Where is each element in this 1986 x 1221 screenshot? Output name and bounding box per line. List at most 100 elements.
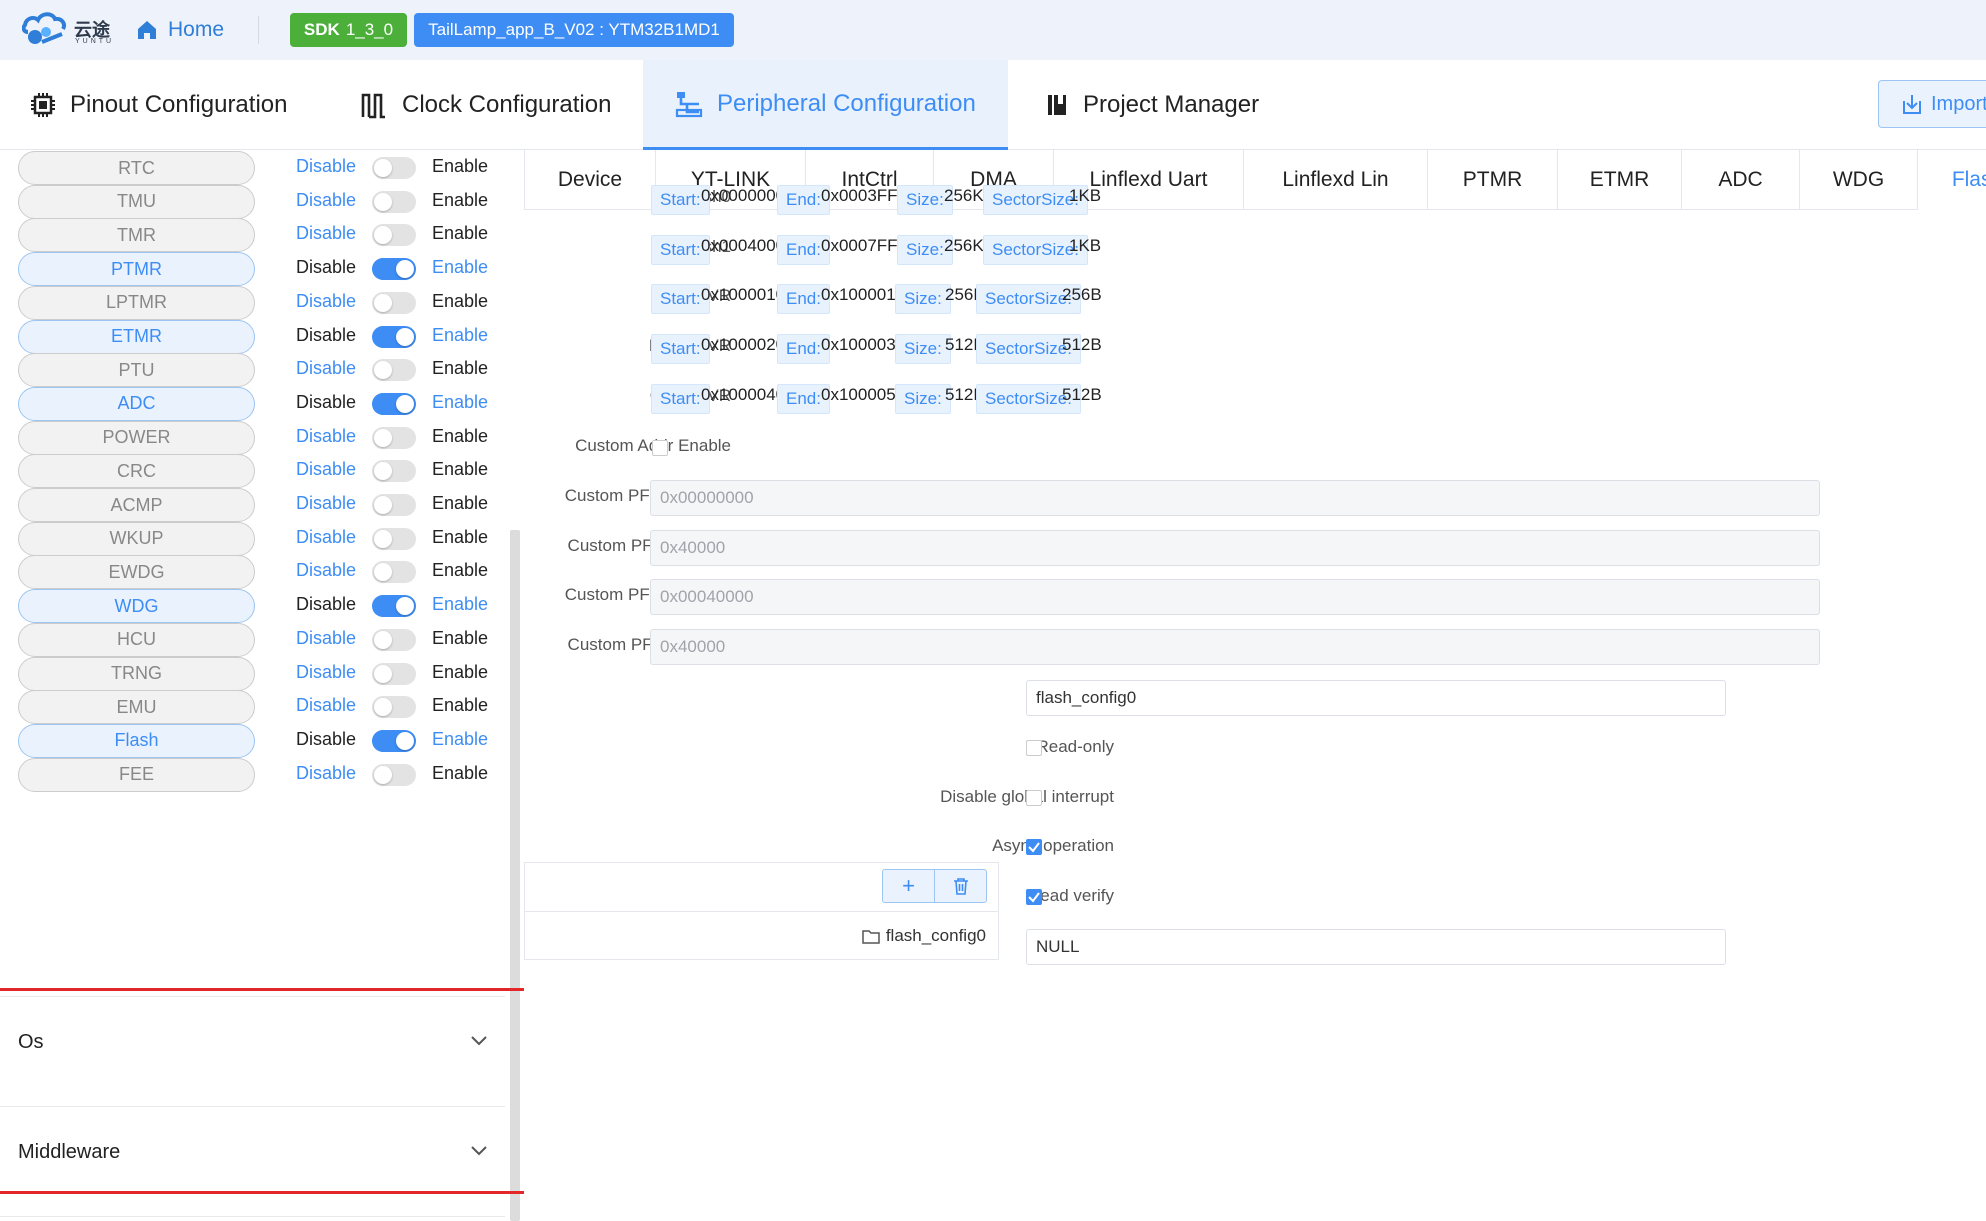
custom-field-input[interactable]: 0x00000000 (650, 480, 1820, 516)
custom-field-row: Custom PFlash0 Start 0x00000000 (524, 478, 1986, 518)
enable-toggle[interactable] (372, 696, 416, 719)
disable-label[interactable]: Disable (296, 459, 356, 480)
tab-clock-configuration[interactable]: Clock Configuration (360, 60, 650, 150)
disable-label[interactable]: Disable (296, 223, 356, 244)
disable-label[interactable]: Disable (296, 493, 356, 514)
enable-label[interactable]: Enable (432, 392, 488, 413)
custom-field-row: Custom PFlash1 Start 0x00040000 (524, 577, 1986, 617)
sdk-version-badge[interactable]: SDK 1_3_0 (290, 13, 407, 47)
tab-pinout-configuration[interactable]: Pinout Configuration (30, 60, 320, 150)
checkbox-label: Read-only (1036, 737, 1115, 756)
enable-toggle[interactable] (372, 662, 416, 685)
enable-toggle[interactable] (372, 426, 416, 449)
custom-addr-checkbox[interactable] (652, 440, 668, 456)
import-button[interactable]: Import (1878, 80, 1986, 128)
enable-toggle[interactable] (372, 460, 416, 483)
disable-label[interactable]: Disable (296, 695, 356, 716)
toggle-knob (374, 529, 392, 548)
disable-label[interactable]: Disable (296, 156, 356, 177)
enable-toggle[interactable] (372, 157, 416, 179)
custom-field-input[interactable]: 0x40000 (650, 529, 1820, 566)
tab-label: Pinout Configuration (70, 91, 288, 118)
enable-toggle[interactable] (372, 392, 416, 415)
config-checkbox[interactable] (1026, 839, 1042, 856)
section-divider (0, 1216, 505, 1221)
enable-label[interactable]: Enable (432, 527, 488, 548)
project-badge[interactable]: TailLamp_app_B_V02 : YTM32B1MD1 (414, 13, 734, 47)
flash-region-pflash1: PFlash1Start:0x00040000End:0x0007FFFFSiz… (524, 229, 1986, 269)
custom-field-input[interactable]: 0x40000 (650, 629, 1820, 666)
enable-label[interactable]: Enable (432, 459, 488, 480)
disable-label[interactable]: Disable (296, 392, 356, 413)
disable-label[interactable]: Disable (296, 527, 356, 548)
enable-label[interactable]: Enable (432, 156, 488, 177)
disable-label[interactable]: Disable (296, 628, 356, 649)
enable-label[interactable]: Enable (432, 662, 488, 683)
book-icon (1048, 95, 1066, 115)
enable-label[interactable]: Enable (432, 325, 488, 346)
enable-label[interactable]: Enable (432, 426, 488, 447)
enable-toggle[interactable] (372, 190, 416, 213)
disable-label[interactable]: Disable (296, 190, 356, 211)
enable-toggle[interactable] (372, 494, 416, 516)
check-icon (1028, 892, 1040, 903)
config-checkbox[interactable] (1026, 789, 1042, 806)
custom-field-input[interactable]: 0x00040000 (650, 579, 1820, 616)
callback-input[interactable]: NULL (1026, 929, 1726, 965)
checkbox-label: Read verify (1028, 886, 1114, 906)
config-checkbox[interactable] (1026, 740, 1042, 756)
enable-label[interactable]: Enable (432, 594, 488, 615)
enable-label[interactable]: Enable (432, 628, 488, 649)
enable-toggle[interactable] (372, 224, 416, 247)
enable-label[interactable]: Enable (432, 695, 488, 716)
toggle-knob (374, 192, 392, 211)
region-sector-value: 256B (1062, 285, 1102, 305)
enable-label[interactable]: Enable (432, 223, 488, 244)
home-link[interactable]: Home (136, 14, 224, 46)
disable-label[interactable]: Disable (296, 291, 356, 312)
enable-label[interactable]: Enable (432, 763, 488, 784)
tab-project-manager[interactable]: Project Manager (1045, 60, 1305, 150)
enable-toggle[interactable] (372, 291, 416, 314)
enable-toggle[interactable] (372, 595, 416, 618)
sdk-version: 1_3_0 (345, 20, 394, 39)
tab-peripheral-configuration[interactable]: Peripheral Configuration (643, 60, 1008, 150)
enable-toggle[interactable] (372, 628, 416, 651)
disable-label[interactable]: Disable (296, 325, 356, 346)
disable-label[interactable]: Disable (296, 662, 356, 683)
main-tab-bar: Pinout Configuration Clock Configuration… (0, 60, 1986, 150)
flash-region-hcu-nvr: HCU_NVRStart:0x10000200End:0x100003FFSiz… (524, 328, 1986, 368)
enable-label[interactable]: Enable (432, 560, 488, 581)
toggle-knob (374, 226, 392, 245)
enable-toggle[interactable] (372, 325, 416, 348)
disable-label[interactable]: Disable (296, 763, 356, 784)
disable-label[interactable]: Disable (296, 358, 356, 379)
home-label: Home (168, 18, 225, 41)
enable-toggle[interactable] (372, 258, 416, 281)
cloud-logo-icon (22, 12, 66, 44)
enable-label[interactable]: Enable (432, 358, 488, 379)
enable-label[interactable]: Enable (432, 291, 488, 312)
region-sector-value: 1KB (1069, 186, 1102, 205)
region-sector-value: 1KB (1069, 235, 1102, 255)
disable-label[interactable]: Disable (296, 426, 356, 447)
enable-label[interactable]: Enable (432, 729, 488, 750)
enable-label[interactable]: Enable (432, 257, 488, 278)
disable-label[interactable]: Disable (296, 560, 356, 581)
enable-toggle[interactable] (372, 729, 416, 752)
enable-toggle[interactable] (372, 359, 416, 382)
disable-label[interactable]: Disable (296, 594, 356, 615)
enable-toggle[interactable] (372, 561, 416, 584)
disable-label[interactable]: Disable (296, 257, 356, 278)
enable-toggle[interactable] (372, 763, 416, 786)
peripheral-pill[interactable]: FEE (18, 757, 255, 792)
name-input[interactable]: flash_config0 (1026, 680, 1726, 716)
toggle-knob (396, 260, 414, 279)
config-checkbox[interactable] (1026, 889, 1042, 906)
enable-toggle[interactable] (372, 527, 416, 550)
top-bar: 云途 YUNTU Home SDK 1_3_0 TailLamp_app_B_V… (0, 0, 1986, 60)
disable-label[interactable]: Disable (296, 729, 356, 750)
divider (258, 16, 259, 44)
enable-label[interactable]: Enable (432, 190, 488, 211)
enable-label[interactable]: Enable (432, 493, 488, 514)
